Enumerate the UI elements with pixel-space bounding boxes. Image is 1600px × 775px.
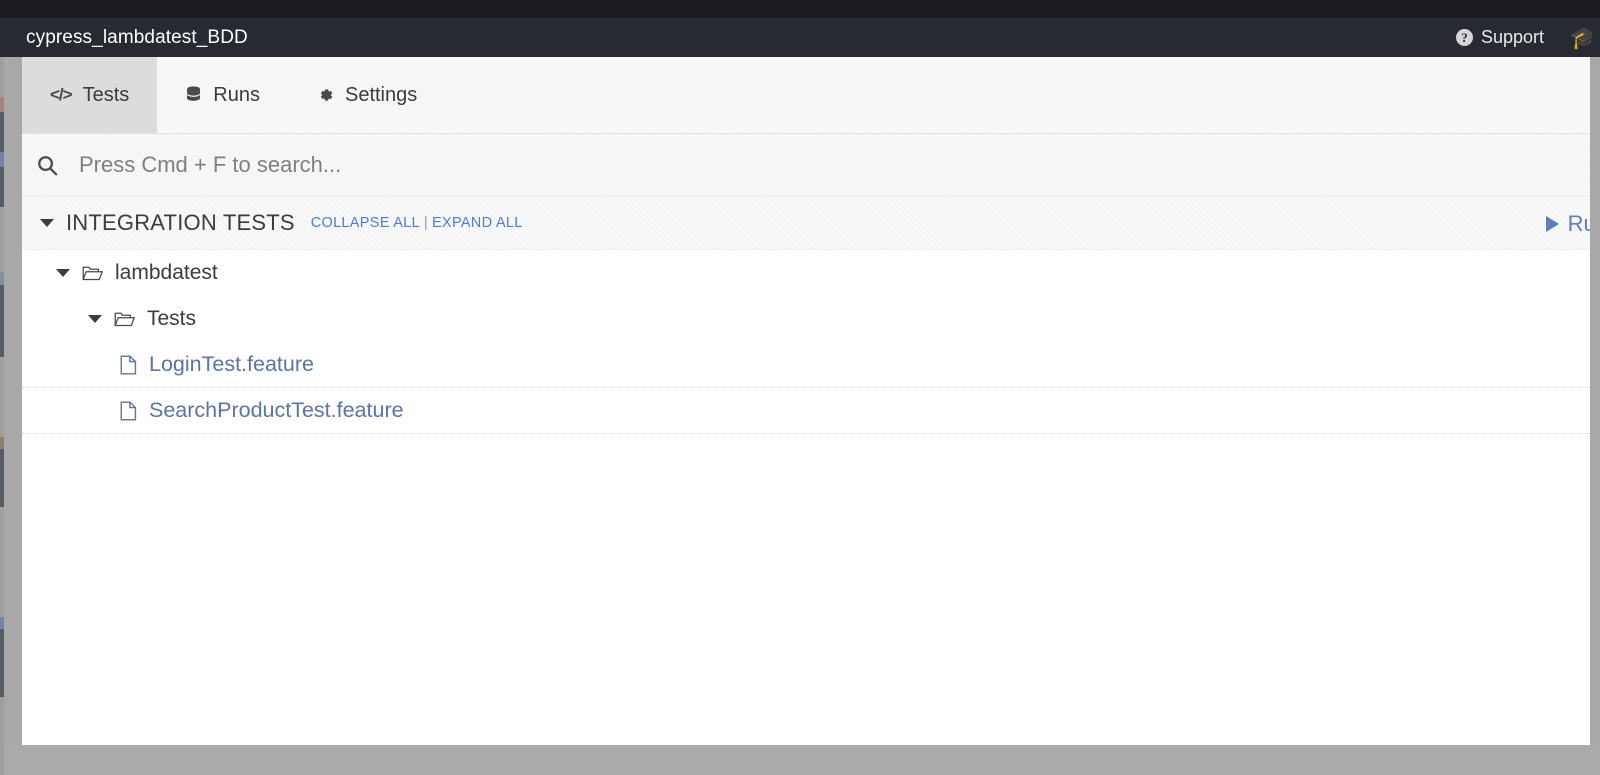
code-brackets-icon: </> xyxy=(50,85,73,104)
tree-file-label: LoginTest.feature xyxy=(149,352,314,376)
tab-settings[interactable]: Settings xyxy=(288,57,445,133)
file-icon xyxy=(120,354,137,375)
run-all-label: Run xyxy=(1567,210,1590,236)
tab-tests[interactable]: </> Tests xyxy=(22,57,158,133)
tree-folder-label: Tests xyxy=(147,307,197,330)
search-input[interactable] xyxy=(77,151,877,179)
support-button[interactable]: ? Support xyxy=(1455,27,1544,48)
tree-toggle-links: COLLAPSE ALL | EXPAND ALL xyxy=(311,215,523,231)
caret-down-icon[interactable] xyxy=(40,219,54,227)
app-window-body: </> Tests Runs Settings Press Cmd + F to… xyxy=(22,57,1590,745)
window-bottom-border xyxy=(4,745,1600,775)
expand-all-link[interactable]: EXPAND ALL xyxy=(432,215,523,231)
caret-down-icon[interactable] xyxy=(56,269,70,277)
tree-folder-label: lambdatest xyxy=(115,261,218,284)
tree-file-logintest[interactable]: LoginTest.feature xyxy=(22,342,1590,388)
tree-file-searchproducttest[interactable]: SearchProductTest.feature xyxy=(22,388,1590,434)
links-separator: | xyxy=(423,215,428,231)
tree-folder-tests[interactable]: Tests xyxy=(22,296,1590,342)
folder-open-icon xyxy=(82,265,103,282)
caret-down-icon[interactable] xyxy=(88,315,102,323)
search-bar xyxy=(22,134,1590,197)
tree-folder-lambdatest[interactable]: lambdatest xyxy=(22,250,1590,296)
tab-runs[interactable]: Runs xyxy=(157,57,288,133)
folder-open-icon xyxy=(114,311,135,328)
app-header: cypress_lambdatest_BDD ? Support 🎓 xyxy=(0,18,1600,57)
run-all-specs-button[interactable]: Run xyxy=(1545,197,1590,250)
desktop-backdrop: cypress_lambdatest_BDD ? Support 🎓 </> T… xyxy=(0,0,1600,775)
play-icon xyxy=(1545,215,1559,232)
tab-runs-label: Runs xyxy=(213,83,260,106)
question-circle-icon: ? xyxy=(1455,29,1473,46)
integration-tests-header: INTEGRATION TESTS COLLAPSE ALL | EXPAND AL… xyxy=(22,197,1590,250)
tree-file-label: SearchProductTest.feature xyxy=(149,398,404,422)
search-icon xyxy=(36,154,59,177)
gear-icon xyxy=(316,86,334,104)
collapse-all-link[interactable]: COLLAPSE ALL xyxy=(311,215,420,231)
spec-file-tree: lambdatest Tests LoginTest.feature Searc… xyxy=(22,250,1590,434)
tab-settings-label: Settings xyxy=(344,83,418,106)
tab-tests-label: Tests xyxy=(82,83,130,106)
main-tabbar: </> Tests Runs Settings xyxy=(22,57,1590,134)
header-actions: ? Support 🎓 xyxy=(1455,18,1600,57)
window-titlebar xyxy=(0,0,1600,18)
support-label: Support xyxy=(1480,27,1544,47)
integration-tests-title: INTEGRATION TESTS xyxy=(66,210,295,235)
database-icon xyxy=(185,86,202,104)
file-icon xyxy=(120,400,137,421)
project-title: cypress_lambdatest_BDD xyxy=(26,27,248,48)
graduation-cap-icon[interactable]: 🎓 xyxy=(1570,24,1592,52)
